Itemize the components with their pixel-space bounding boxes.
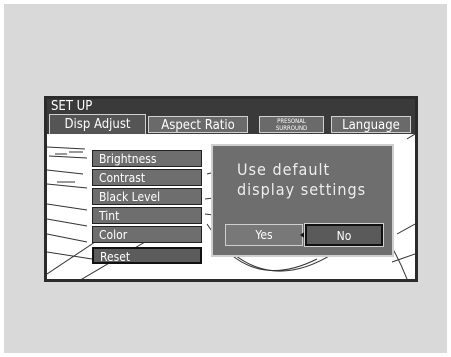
reset-confirm-dialog: Use default display settings Yes No	[211, 144, 394, 257]
no-button[interactable]: No	[304, 223, 384, 247]
menu-item-reset[interactable]: Reset	[92, 247, 202, 264]
menu-item-tint[interactable]: Tint	[92, 207, 202, 224]
tab-personal-surround-line2: SURROUND	[275, 125, 308, 132]
figure-background: SET UP Disp Adjust Aspect Ratio PRESONAL…	[4, 4, 447, 353]
tab-personal-surround-line1: PRESONAL	[277, 118, 306, 125]
menu-item-contrast[interactable]: Contrast	[92, 169, 202, 186]
tab-language[interactable]: Language	[331, 116, 411, 133]
yes-button[interactable]: Yes	[225, 224, 303, 246]
tab-bar: Disp Adjust Aspect Ratio PRESONAL SURROU…	[47, 114, 415, 134]
setup-screen: SET UP Disp Adjust Aspect Ratio PRESONAL…	[44, 96, 418, 282]
tab-aspect-ratio[interactable]: Aspect Ratio	[148, 116, 248, 133]
tab-disp-adjust[interactable]: Disp Adjust	[49, 114, 146, 134]
dialog-message: Use default display settings	[237, 160, 367, 199]
menu-item-brightness[interactable]: Brightness	[92, 150, 202, 167]
tab-personal-surround[interactable]: PRESONAL SURROUND	[259, 116, 324, 133]
menu-item-color[interactable]: Color	[92, 226, 202, 243]
window-title: SET UP	[47, 99, 415, 114]
menu-item-black-level[interactable]: Black Level	[92, 188, 202, 205]
